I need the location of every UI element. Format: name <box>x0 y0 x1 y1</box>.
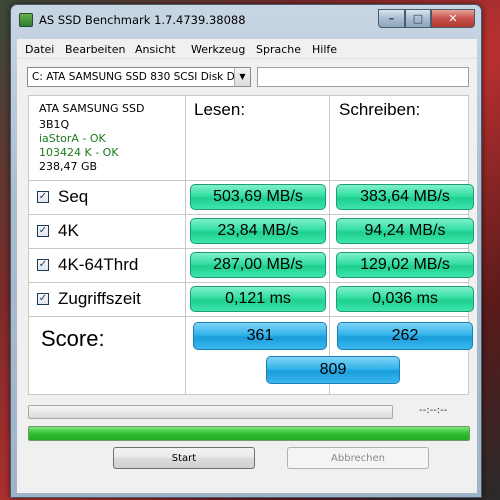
seq-write-result: 383,64 MB/s <box>336 184 474 210</box>
extra-input-field[interactable] <box>257 67 469 87</box>
current-progress-bar <box>28 405 393 419</box>
grid-divider <box>185 96 186 394</box>
close-button[interactable]: ✕ <box>431 9 475 28</box>
client-area: Datei Bearbeiten Ansicht Werkzeug Sprach… <box>17 39 477 493</box>
test-row-access-time: ✓ Zugriffszeit <box>37 289 141 309</box>
drive-select[interactable]: C: ATA SAMSUNG SSD 830 SCSI Disk Devic ▼ <box>27 67 251 87</box>
app-window: AS SSD Benchmark 1.7.4739.38088 – □ ✕ Da… <box>10 4 482 498</box>
grid-divider <box>29 180 468 181</box>
drive-firmware: 3B1Q <box>39 118 70 131</box>
overall-progress-fill <box>29 427 469 440</box>
grid-divider <box>29 282 468 283</box>
menu-ansicht[interactable]: Ansicht <box>135 43 176 56</box>
access-time-read-result: 0,121 ms <box>190 286 326 312</box>
minimize-button[interactable]: – <box>378 9 405 28</box>
app-icon <box>19 13 33 27</box>
access-time-label: Zugriffszeit <box>58 289 141 308</box>
total-score: 809 <box>266 356 400 384</box>
write-score: 262 <box>337 322 473 350</box>
access-time-write-result: 0,036 ms <box>336 286 474 312</box>
drive-capacity: 238,47 GB <box>39 160 98 173</box>
access-time-checkbox[interactable]: ✓ <box>37 293 49 305</box>
read-score: 361 <box>193 322 327 350</box>
4k-64thrd-label: 4K-64Thrd <box>58 255 139 274</box>
4k-read-result: 23,84 MB/s <box>190 218 326 244</box>
driver-status: iaStorA - OK <box>39 132 106 145</box>
grid-divider <box>29 248 468 249</box>
cancel-button[interactable]: Abbrechen <box>287 447 429 469</box>
write-column-header: Schreiben: <box>339 100 421 119</box>
read-column-header: Lesen: <box>194 100 246 119</box>
alignment-status: 103424 K - OK <box>39 146 119 159</box>
grid-divider <box>29 214 468 215</box>
maximize-button[interactable]: □ <box>405 9 431 28</box>
4k-64thrd-read-result: 287,00 MB/s <box>190 252 326 278</box>
title-bar[interactable]: AS SSD Benchmark 1.7.4739.38088 – □ ✕ <box>11 5 481 35</box>
start-button[interactable]: Start <box>113 447 255 469</box>
chevron-down-icon[interactable]: ▼ <box>234 68 250 86</box>
4k-64thrd-write-result: 129,02 MB/s <box>336 252 474 278</box>
grid-divider <box>29 316 468 317</box>
seq-label: Seq <box>58 187 89 206</box>
4k-64thrd-checkbox[interactable]: ✓ <box>37 259 49 271</box>
4k-write-result: 94,24 MB/s <box>336 218 474 244</box>
overall-progress-bar <box>28 426 470 441</box>
drive-select-value: C: ATA SAMSUNG SSD 830 SCSI Disk Devic <box>32 71 234 83</box>
score-label: Score: <box>41 326 105 351</box>
4k-label: 4K <box>58 221 79 240</box>
drive-model: ATA SAMSUNG SSD <box>39 102 145 115</box>
seq-read-result: 503,69 MB/s <box>190 184 326 210</box>
grid-divider <box>329 96 330 394</box>
test-row-4k-64thrd: ✓ 4K-64Thrd <box>37 255 138 275</box>
results-grid: ATA SAMSUNG SSD 3B1Q iaStorA - OK 103424… <box>28 95 474 395</box>
menu-bar: Datei Bearbeiten Ansicht Werkzeug Sprach… <box>17 39 477 59</box>
test-row-seq: ✓ Seq <box>37 187 88 207</box>
menu-datei[interactable]: Datei <box>25 43 54 56</box>
elapsed-time: --:--:-- <box>419 405 448 416</box>
seq-checkbox[interactable]: ✓ <box>37 191 49 203</box>
window-title: AS SSD Benchmark 1.7.4739.38088 <box>39 13 246 27</box>
4k-checkbox[interactable]: ✓ <box>37 225 49 237</box>
menu-werkzeug[interactable]: Werkzeug <box>191 43 245 56</box>
menu-bearbeiten[interactable]: Bearbeiten <box>65 43 125 56</box>
menu-hilfe[interactable]: Hilfe <box>312 43 337 56</box>
menu-sprache[interactable]: Sprache <box>256 43 301 56</box>
test-row-4k: ✓ 4K <box>37 221 79 241</box>
